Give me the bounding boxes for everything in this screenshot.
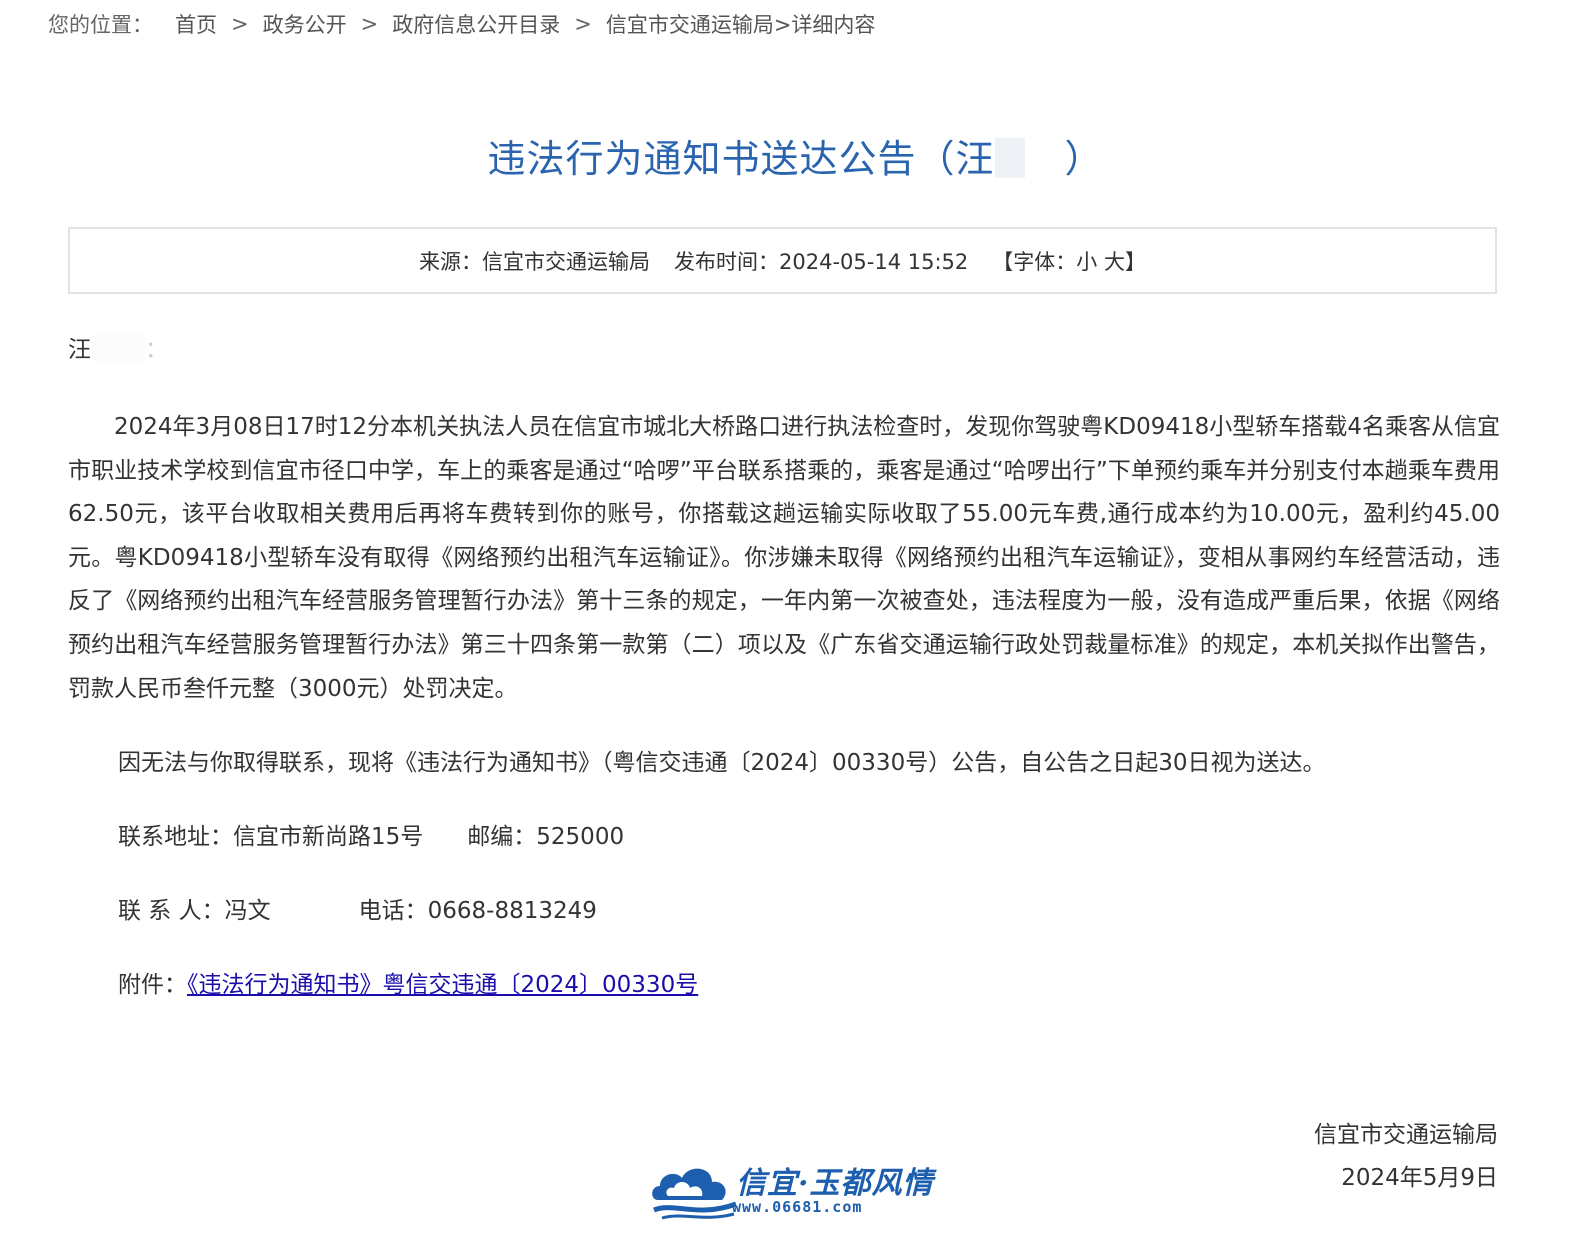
- article-publish-time: 发布时间：2024-05-14 15:52: [674, 249, 969, 274]
- breadcrumb: 您的位置： 首页 > 政务公开 > 政府信息公开目录 > 信宜市交通运输局 >详…: [48, 8, 875, 40]
- breadcrumb-prefix: 您的位置：: [48, 13, 153, 37]
- breadcrumb-home-link[interactable]: 首页: [175, 9, 217, 39]
- article-meta-bar: 来源：信宜市交通运输局 发布时间：2024-05-14 15:52 【字体：小 …: [68, 227, 1497, 294]
- breadcrumb-separator: >: [574, 12, 592, 36]
- article-body-paragraph: 2024年3月08日17时12分本机关执法人员在信宜市城北大桥路口进行执法检查时…: [68, 414, 1500, 702]
- article-source: 来源：信宜市交通运输局: [419, 249, 651, 274]
- contact-phone: 电话：0668-8813249: [358, 898, 597, 925]
- breadcrumb-gov-affairs-link[interactable]: 政务公开: [263, 9, 347, 39]
- salutation-colon: ：: [145, 337, 168, 363]
- cloud-logo-icon: [652, 1168, 737, 1220]
- redacted-block: [994, 138, 1025, 178]
- font-size-close: 】: [1124, 249, 1146, 274]
- attachment-link[interactable]: 《违法行为通知书》粤信交违通〔2024〕00330号: [187, 972, 698, 998]
- redacted-block: [91, 335, 145, 361]
- font-large-button[interactable]: 大: [1104, 250, 1125, 274]
- salutation: 汪：: [68, 330, 1500, 370]
- page-title-close: ）: [1064, 137, 1104, 181]
- watermark-logo: 信宜·玉都风情 www.06681.com: [648, 1156, 932, 1226]
- attachment-line: 附件：《违法行为通知书》粤信交违通〔2024〕00330号: [68, 965, 1500, 1005]
- breadcrumb-current: >详细内容: [773, 13, 876, 37]
- signature-block: 信宜市交通运输局 2024年5月9日: [1314, 1114, 1498, 1200]
- salutation-name: 汪: [68, 337, 91, 363]
- font-small-button[interactable]: 小: [1076, 250, 1097, 274]
- breadcrumb-separator: >: [231, 12, 249, 36]
- page-title: 违法行为通知书送达公告（汪 ）: [0, 128, 1591, 183]
- font-size-control: 【字体：小 大】: [992, 246, 1146, 276]
- notice-paragraph: 因无法与你取得联系，现将《违法行为通知书》（粤信交违通〔2024〕00330号）…: [118, 750, 1326, 777]
- breadcrumb-separator: >: [360, 12, 379, 36]
- font-size-label: 【字体：: [992, 249, 1077, 274]
- contact-address-line: 联系地址：信宜市新尚路15号 邮编：525000: [68, 817, 1500, 857]
- postcode: 邮编：525000: [467, 824, 625, 851]
- watermark-text: 信宜·玉都风情: [736, 1166, 934, 1201]
- contact-person-line: 联 系 人：冯文 电话：0668-8813249: [68, 891, 1500, 931]
- page-title-text: 违法行为通知书送达公告（汪: [487, 137, 995, 181]
- contact-person: 联 系 人：冯文: [118, 898, 271, 925]
- attachment-label: 附件：: [118, 972, 187, 999]
- breadcrumb-transport-bureau-link[interactable]: 信宜市交通运输局: [606, 9, 774, 39]
- watermark-url: www.06681.com: [732, 1198, 863, 1216]
- breadcrumb-info-catalog-link[interactable]: 政府信息公开目录: [392, 9, 560, 39]
- signature-date: 2024年5月9日: [1341, 1165, 1498, 1191]
- contact-address: 联系地址：信宜市新尚路15号: [118, 824, 424, 851]
- signature-org: 信宜市交通运输局: [1314, 1122, 1498, 1148]
- article-content: 汪： 2024年3月08日17时12分本机关执法人员在信宜市城北大桥路口进行执法…: [68, 330, 1500, 1005]
